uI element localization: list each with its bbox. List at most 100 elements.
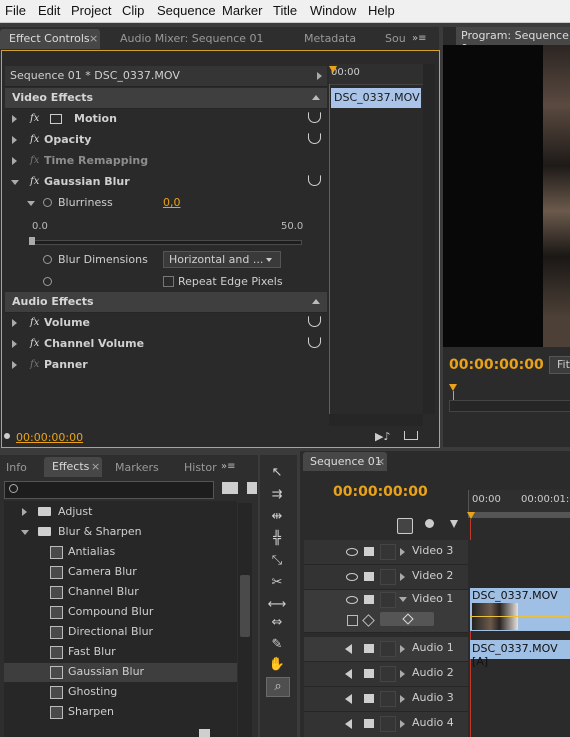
- effect-row-panner[interactable]: fx Panner: [6, 355, 326, 376]
- tab-metadata[interactable]: Metadata: [304, 32, 356, 45]
- tab-program[interactable]: Program: Sequence 0: [456, 27, 570, 55]
- display-style-icon[interactable]: [347, 615, 358, 626]
- 32bit-effects-icon[interactable]: [247, 482, 257, 494]
- effect-row-time-remapping[interactable]: fx Time Remapping: [6, 151, 326, 172]
- effects-search-input[interactable]: [4, 481, 214, 499]
- film-icon[interactable]: [364, 547, 374, 556]
- tab-info[interactable]: Info: [6, 461, 27, 474]
- stopwatch-icon[interactable]: [43, 255, 52, 264]
- expand-arrow-icon[interactable]: [12, 319, 17, 327]
- work-area-bar[interactable]: [468, 512, 570, 518]
- collapse-icon[interactable]: [312, 299, 320, 304]
- keyframe-icon[interactable]: [362, 614, 375, 627]
- vertical-scrollbar[interactable]: [423, 64, 435, 414]
- tree-item[interactable]: Sharpen: [4, 703, 237, 722]
- expand-arrow-icon[interactable]: [12, 157, 17, 165]
- speaker-icon[interactable]: [345, 694, 352, 704]
- eye-icon[interactable]: [346, 573, 358, 581]
- tree-item[interactable]: Antialias: [4, 543, 237, 562]
- film-icon[interactable]: [364, 719, 374, 728]
- film-icon[interactable]: [364, 644, 374, 653]
- program-playhead-icon[interactable]: [449, 384, 457, 391]
- tab-markers[interactable]: Markers: [115, 461, 159, 474]
- pen-tool-icon[interactable]: ✎: [266, 636, 288, 654]
- fx-toggle-icon[interactable]: fx: [30, 134, 39, 145]
- ripple-edit-tool-icon[interactable]: ⇹: [266, 508, 288, 526]
- horizontal-scrollbar[interactable]: [329, 414, 423, 426]
- timeline-ruler[interactable]: 00:00 00:00:01:0: [468, 490, 570, 512]
- collapse-arrow-icon[interactable]: [27, 201, 35, 206]
- speaker-icon[interactable]: [345, 669, 352, 679]
- tree-item[interactable]: Compound Blur: [4, 603, 237, 622]
- menu-help[interactable]: Help: [368, 3, 395, 18]
- timeline-playhead-icon[interactable]: [467, 512, 475, 519]
- tab-history[interactable]: Histor: [184, 461, 217, 474]
- reset-icon[interactable]: [308, 175, 321, 186]
- panel-menu-icon[interactable]: »≡: [412, 33, 427, 44]
- menu-file[interactable]: File: [5, 3, 26, 18]
- track-header-audio-3[interactable]: Audio 3: [304, 687, 468, 712]
- show-timeline-arrow-icon[interactable]: [317, 72, 322, 80]
- lock-toggle[interactable]: [380, 569, 396, 585]
- play-audio-icon[interactable]: ▶♪: [375, 430, 390, 443]
- tree-item[interactable]: Channel Blur: [4, 583, 237, 602]
- expand-arrow-icon[interactable]: [400, 720, 405, 728]
- expand-arrow-icon[interactable]: [400, 670, 405, 678]
- menu-sequence[interactable]: Sequence: [157, 3, 216, 18]
- lock-toggle[interactable]: [380, 666, 396, 682]
- blurriness-slider[interactable]: [32, 240, 302, 245]
- stopwatch-icon[interactable]: [43, 277, 52, 286]
- film-icon[interactable]: [364, 694, 374, 703]
- menu-edit[interactable]: Edit: [38, 3, 60, 18]
- timeline-timecode[interactable]: 00:00:00:00: [333, 484, 428, 500]
- tree-item-selected[interactable]: Gaussian Blur: [4, 663, 237, 682]
- expand-arrow-icon[interactable]: [400, 573, 405, 581]
- rolling-edit-tool-icon[interactable]: ╬: [266, 530, 288, 548]
- tree-item[interactable]: Camera Blur: [4, 563, 237, 582]
- fx-toggle-icon[interactable]: fx: [30, 338, 39, 349]
- opacity-rubberband[interactable]: [470, 616, 570, 617]
- close-icon[interactable]: ×: [376, 455, 385, 468]
- effect-row-gaussian-blur[interactable]: fx Gaussian Blur: [6, 172, 326, 193]
- tree-folder-adjust[interactable]: Adjust: [4, 503, 237, 522]
- track-header-video-3[interactable]: Video 3: [304, 540, 468, 565]
- keyframe-nav[interactable]: [380, 612, 434, 626]
- fit-dropdown[interactable]: Fit: [549, 356, 570, 374]
- tab-audio-mixer[interactable]: Audio Mixer: Sequence 01: [120, 32, 264, 45]
- menu-title[interactable]: Title: [273, 3, 297, 18]
- slip-tool-icon[interactable]: ⟷: [266, 596, 288, 614]
- track-header-video-2[interactable]: Video 2: [304, 565, 468, 590]
- film-icon[interactable]: [364, 669, 374, 678]
- track-header-audio-4[interactable]: Audio 4: [304, 712, 468, 737]
- close-icon[interactable]: ×: [89, 32, 98, 45]
- tree-item[interactable]: Ghosting: [4, 683, 237, 702]
- expand-arrow-icon[interactable]: [12, 115, 17, 123]
- tab-source[interactable]: Sou: [385, 32, 406, 45]
- fx-toggle-icon[interactable]: fx: [30, 176, 39, 187]
- menu-clip[interactable]: Clip: [122, 3, 144, 18]
- video-effects-header[interactable]: Video Effects: [5, 88, 327, 109]
- playhead-icon[interactable]: [329, 66, 337, 73]
- effect-row-motion[interactable]: fx Motion: [6, 109, 326, 130]
- reset-icon[interactable]: [308, 133, 321, 144]
- expand-arrow-icon[interactable]: [12, 136, 17, 144]
- selection-tool-icon[interactable]: ↖: [266, 464, 288, 482]
- track-select-tool-icon[interactable]: ⇉: [266, 486, 288, 504]
- current-time-display[interactable]: 00:00:00:00: [16, 431, 83, 444]
- fx-toggle-icon[interactable]: fx: [30, 317, 39, 328]
- slide-tool-icon[interactable]: ⇔: [266, 614, 288, 632]
- transform-icon[interactable]: [50, 114, 62, 124]
- lock-toggle[interactable]: [380, 716, 396, 732]
- expand-arrow-icon[interactable]: [22, 508, 27, 516]
- new-bin-icon[interactable]: [199, 729, 210, 737]
- expand-arrow-icon[interactable]: [12, 361, 17, 369]
- effect-row-volume[interactable]: fx Volume: [6, 313, 326, 334]
- scroll-thumb[interactable]: [240, 575, 250, 637]
- expand-arrow-icon[interactable]: [12, 340, 17, 348]
- program-zoom-bar[interactable]: [449, 400, 570, 412]
- close-icon[interactable]: ×: [91, 460, 100, 473]
- lock-toggle[interactable]: [380, 592, 396, 608]
- eye-icon[interactable]: [346, 596, 358, 604]
- audio-effects-header[interactable]: Audio Effects: [5, 292, 327, 313]
- hand-tool-icon[interactable]: ✋: [266, 656, 288, 674]
